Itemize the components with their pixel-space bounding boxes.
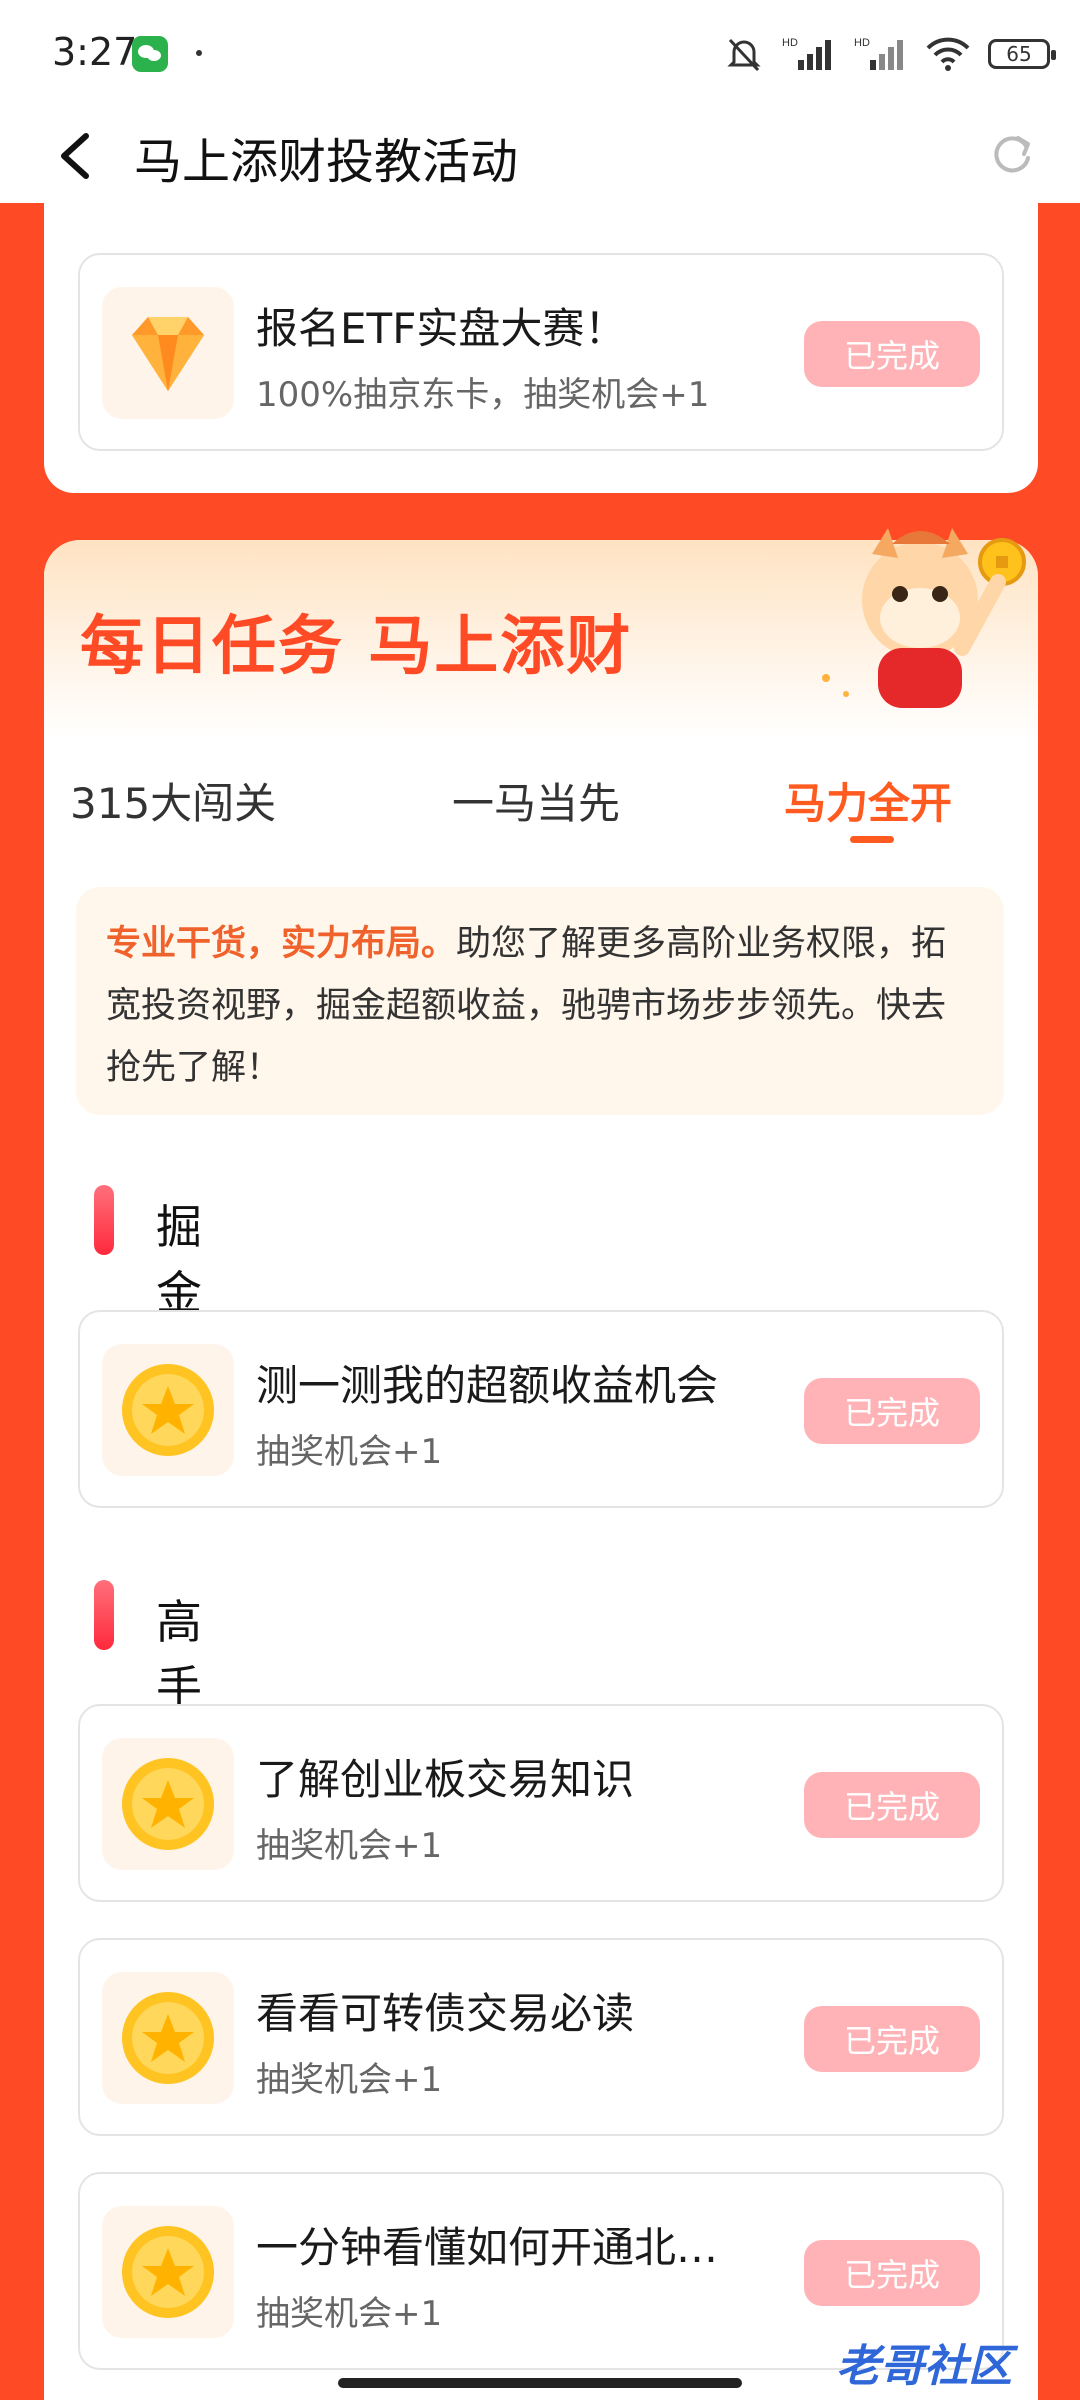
task-title: 测一测我的超额收益机会 xyxy=(256,1361,719,1410)
back-arrow-icon[interactable] xyxy=(50,126,102,186)
task-title: 看看可转债交易必读 xyxy=(256,1989,635,2038)
task-card-top: 报名ETF实盘大赛！ 100%抽京东卡，抽奖机会+1 已完成 xyxy=(44,203,1038,493)
task-row-convertible-bond[interactable]: 看看可转债交易必读 抽奖机会+1 已完成 xyxy=(78,1938,1004,2136)
gold-coin-icon xyxy=(102,1738,234,1870)
daily-tabs: 315大闯关 一马当先 马力全开 xyxy=(44,740,1038,850)
completed-button[interactable]: 已完成 xyxy=(804,2240,980,2306)
task-title: 一分钟看懂如何开通北… xyxy=(256,2223,719,2272)
nav-bar: 马上添财投教活动 xyxy=(0,108,1080,203)
gold-coin-icon xyxy=(102,1344,234,1476)
completed-button[interactable]: 已完成 xyxy=(804,1772,980,1838)
mute-bell-icon xyxy=(727,38,761,72)
wifi-icon xyxy=(926,37,970,71)
signal-hd-label: HD xyxy=(782,37,798,49)
completed-button[interactable]: 已完成 xyxy=(804,321,980,387)
horse-mascot-icon xyxy=(822,528,1026,708)
task-row-excess-return[interactable]: 测一测我的超额收益机会 抽奖机会+1 已完成 xyxy=(78,1310,1004,1508)
task-subtitle: 抽奖机会+1 xyxy=(256,1826,443,1866)
section-marker xyxy=(94,1185,114,1255)
tab-full-power[interactable]: 马力全开 xyxy=(784,770,952,831)
daily-banner-title: 每日任务 马上添财 xyxy=(80,610,633,684)
task-subtitle: 抽奖机会+1 xyxy=(256,1432,443,1472)
tab-take-the-lead[interactable]: 一马当先 xyxy=(452,770,620,831)
notification-dot xyxy=(196,50,202,56)
gold-coin-icon xyxy=(102,2206,234,2338)
section-marker xyxy=(94,1580,114,1650)
status-bar: 3:27 HD HD 65 xyxy=(0,0,1080,108)
wechat-notification-icon xyxy=(132,36,168,72)
task-subtitle: 抽奖机会+1 xyxy=(256,2060,443,2100)
task-row-etf[interactable]: 报名ETF实盘大赛！ 100%抽京东卡，抽奖机会+1 已完成 xyxy=(78,253,1004,451)
signal-icon-2: HD xyxy=(854,37,903,70)
page-title: 马上添财投教活动 xyxy=(134,134,519,190)
completed-button[interactable]: 已完成 xyxy=(804,2006,980,2072)
tab-315-challenge[interactable]: 315大闯关 xyxy=(70,770,276,831)
task-title: 报名ETF实盘大赛！ xyxy=(256,304,627,353)
active-tab-indicator xyxy=(850,836,894,843)
battery-level: 65 xyxy=(1006,42,1032,66)
gold-coin-icon xyxy=(102,1972,234,2104)
task-title: 了解创业板交易知识 xyxy=(256,1755,635,1804)
battery-icon: 65 xyxy=(988,39,1056,69)
task-row-chinext[interactable]: 了解创业板交易知识 抽奖机会+1 已完成 xyxy=(78,1704,1004,1902)
intro-box: 专业干货，实力布局。助您了解更多高阶业务权限，拓宽投资视野，掘金超额收益，驰骋市… xyxy=(76,887,1004,1115)
task-subtitle: 抽奖机会+1 xyxy=(256,2294,443,2334)
signal-hd-label-2: HD xyxy=(854,37,870,49)
signal-icon: HD xyxy=(782,37,831,70)
task-subtitle: 100%抽京东卡，抽奖机会+1 xyxy=(256,375,710,415)
status-time: 3:27 xyxy=(52,30,138,74)
diamond-icon xyxy=(102,287,234,419)
home-indicator[interactable] xyxy=(338,2378,742,2388)
activity-content: 报名ETF实盘大赛！ 100%抽京东卡，抽奖机会+1 已完成 每日任务 马上添财… xyxy=(0,203,1080,2400)
completed-button[interactable]: 已完成 xyxy=(804,1378,980,1444)
intro-highlight: 专业干货，实力布局。 xyxy=(106,924,457,964)
watermark-logo: 老哥社区 xyxy=(836,2341,1012,2392)
refresh-icon[interactable] xyxy=(988,128,1036,180)
daily-task-card: 每日任务 马上添财 315大闯关 一马当先 马力全开 专业干货，实力布局。助您了… xyxy=(44,528,1038,2400)
